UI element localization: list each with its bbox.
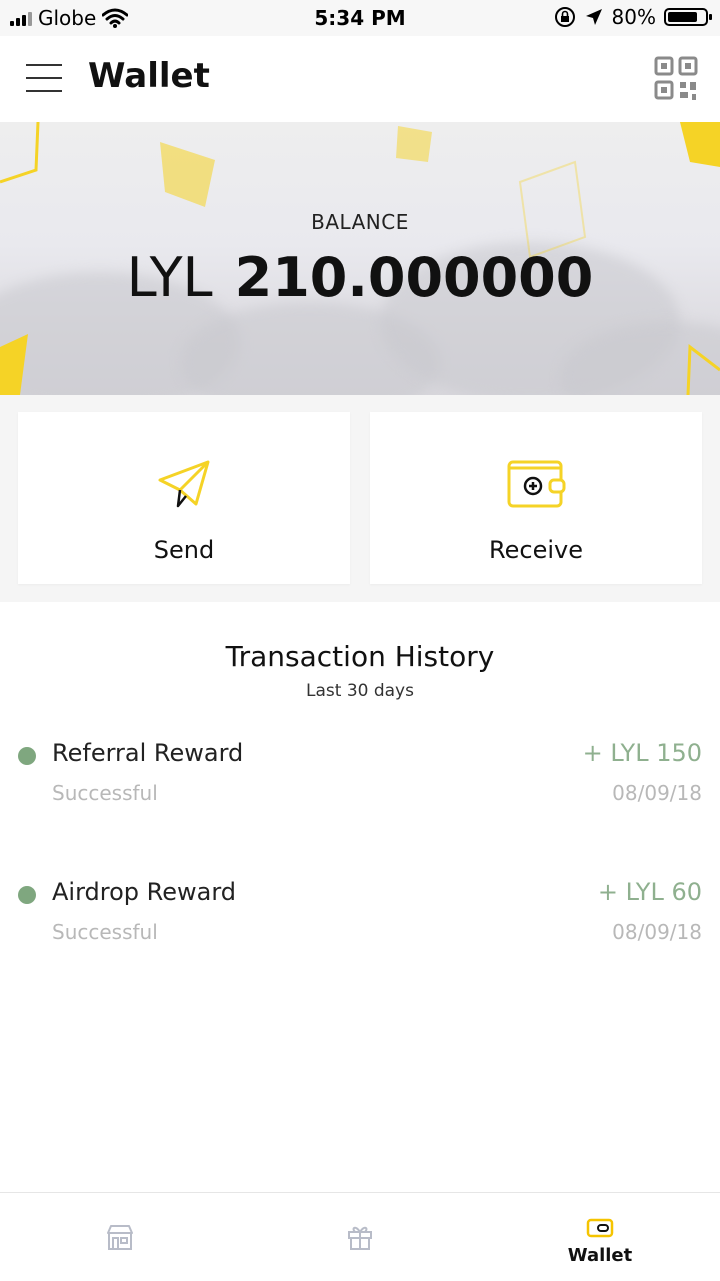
nav-wallet-label: Wallet: [567, 1245, 633, 1266]
status-right: 80%: [554, 5, 712, 29]
history-title: Transaction History: [225, 640, 495, 673]
paper-plane-icon: [158, 460, 210, 508]
bottom-nav: Wallet: [0, 1192, 720, 1281]
status-bar: Globe 5:34 PM 80%: [0, 0, 720, 36]
nav-gifts[interactable]: [240, 1193, 480, 1281]
status-dot: [18, 886, 36, 904]
actions-panel: Send Receive: [0, 395, 720, 602]
send-button[interactable]: Send: [18, 412, 350, 584]
qr-code-icon[interactable]: [654, 56, 698, 102]
transaction-title: Airdrop Reward: [52, 878, 237, 906]
balance-value: LYL 210.000000: [0, 246, 720, 309]
store-icon: [107, 1225, 133, 1250]
receive-label: Receive: [489, 536, 583, 564]
balance-amount: 210.000000: [234, 246, 594, 309]
nav-wallet[interactable]: Wallet: [480, 1193, 720, 1281]
battery-percent: 80%: [611, 5, 656, 29]
transaction-status: Successful: [52, 781, 158, 805]
transaction-amount: + LYL 60: [597, 878, 702, 906]
page-title: Wallet: [88, 56, 210, 96]
status-dot: [18, 747, 36, 765]
battery-icon: [664, 8, 712, 26]
nav-store[interactable]: [0, 1193, 240, 1281]
balance-banner: BALANCE LYL 210.000000: [0, 122, 720, 395]
receive-button[interactable]: Receive: [370, 412, 702, 584]
gift-icon: [348, 1226, 372, 1250]
send-label: Send: [153, 536, 215, 564]
rotation-lock-icon: [554, 7, 575, 27]
transaction-row[interactable]: Referral Reward Successful + LYL 150 08/…: [0, 739, 720, 839]
transaction-row[interactable]: Airdrop Reward Successful + LYL 60 08/09…: [0, 878, 720, 978]
transaction-status: Successful: [52, 920, 158, 944]
transaction-amount: + LYL 150: [582, 739, 702, 767]
balance-label: BALANCE: [311, 210, 409, 234]
hamburger-menu-icon[interactable]: [26, 64, 62, 94]
wallet-icon: [586, 1218, 614, 1238]
transaction-title: Referral Reward: [52, 739, 244, 767]
transaction-date: 08/09/18: [612, 920, 702, 944]
app-header: Wallet: [0, 36, 720, 123]
wallet-plus-icon: [507, 460, 566, 508]
location-arrow-icon: [585, 9, 602, 25]
history-subtitle: Last 30 days: [306, 681, 414, 701]
transaction-date: 08/09/18: [612, 781, 702, 805]
balance-currency: LYL: [126, 246, 213, 309]
